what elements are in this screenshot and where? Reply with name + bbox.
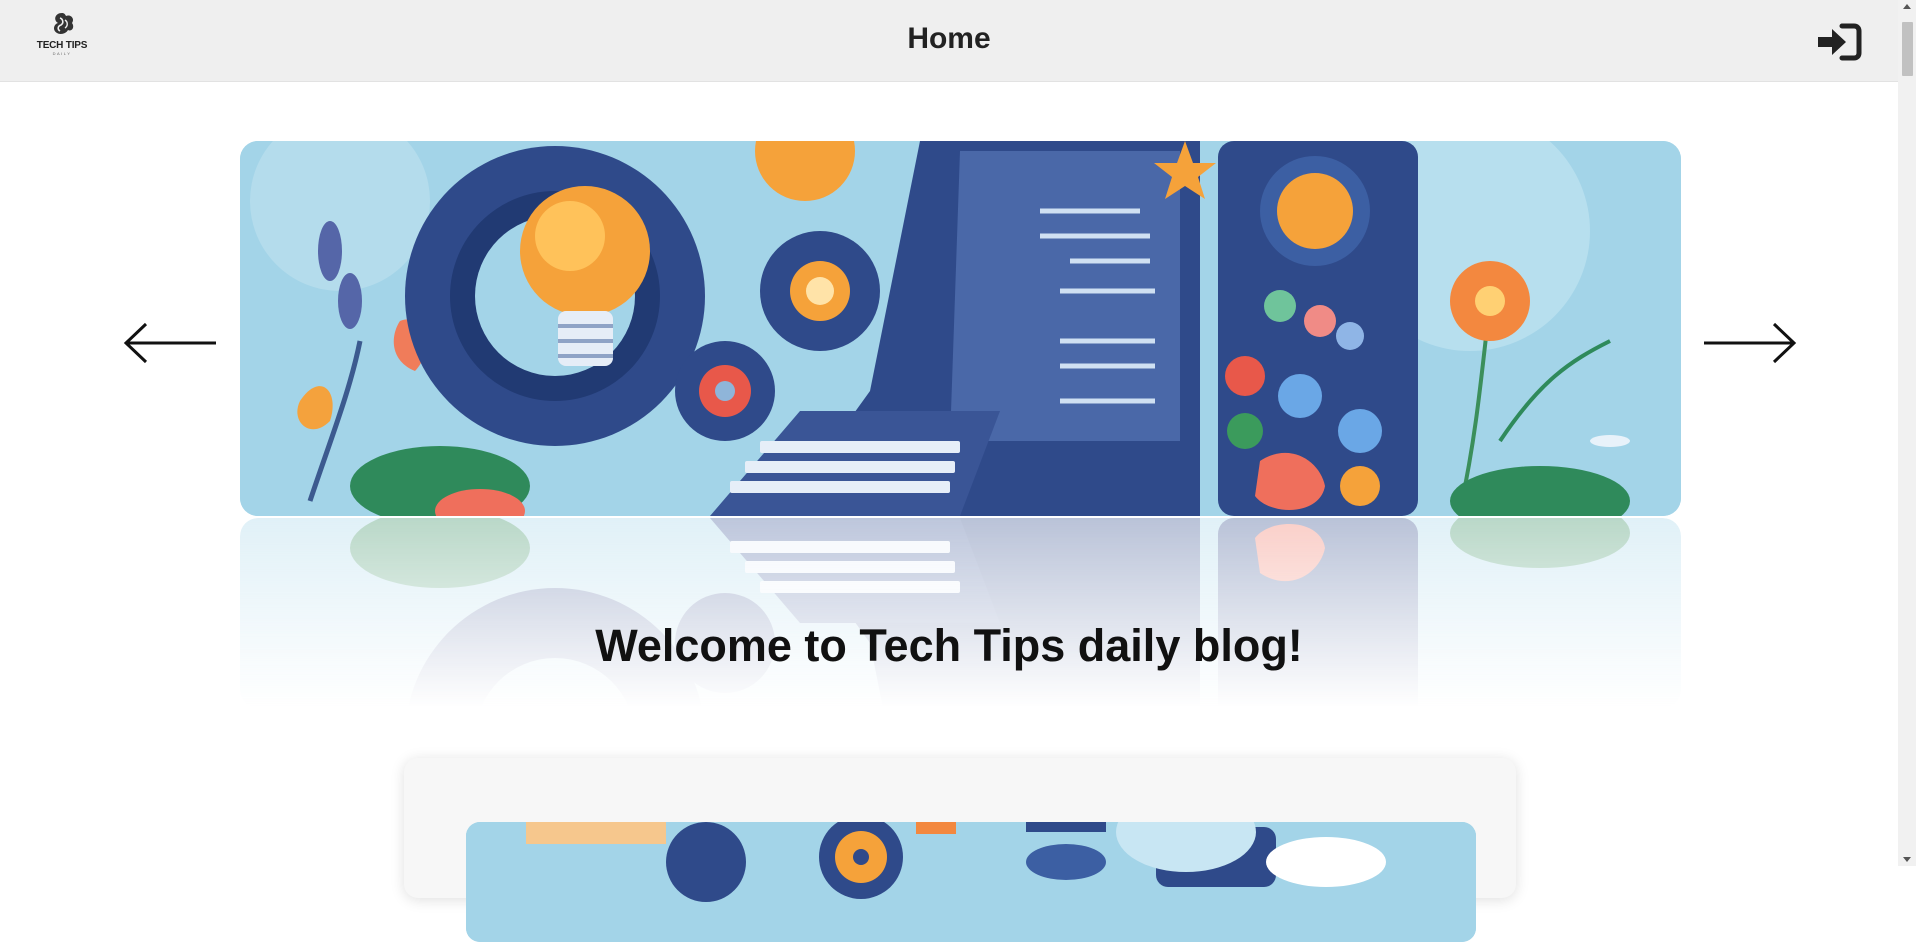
- scrollbar[interactable]: [1898, 0, 1916, 866]
- arrow-left-icon: [123, 322, 216, 364]
- sign-in-icon: [1818, 23, 1862, 61]
- post-thumbnail: [466, 822, 1476, 942]
- page-title: Home: [907, 22, 991, 55]
- scroll-up-arrow-icon[interactable]: [1898, 0, 1916, 14]
- carousel-next-button[interactable]: [1700, 318, 1800, 368]
- welcome-heading: Welcome to Tech Tips daily blog!: [595, 620, 1303, 671]
- hero-illustration: [240, 141, 1681, 516]
- post-thumbnail-image[interactable]: [466, 822, 1476, 942]
- carousel-hero-reflection: [240, 518, 1681, 708]
- scroll-thumb[interactable]: [1902, 22, 1913, 76]
- login-button[interactable]: [1816, 22, 1862, 62]
- post-card[interactable]: [404, 758, 1516, 942]
- hero-reflection-illustration: [240, 518, 1681, 708]
- carousel-prev-button[interactable]: [120, 318, 220, 368]
- scroll-down-arrow-icon[interactable]: [1898, 852, 1916, 866]
- carousel-hero-image: [240, 141, 1681, 516]
- top-bar: TECH TIPS DAILY Home: [0, 0, 1898, 82]
- arrow-right-icon: [1704, 322, 1797, 364]
